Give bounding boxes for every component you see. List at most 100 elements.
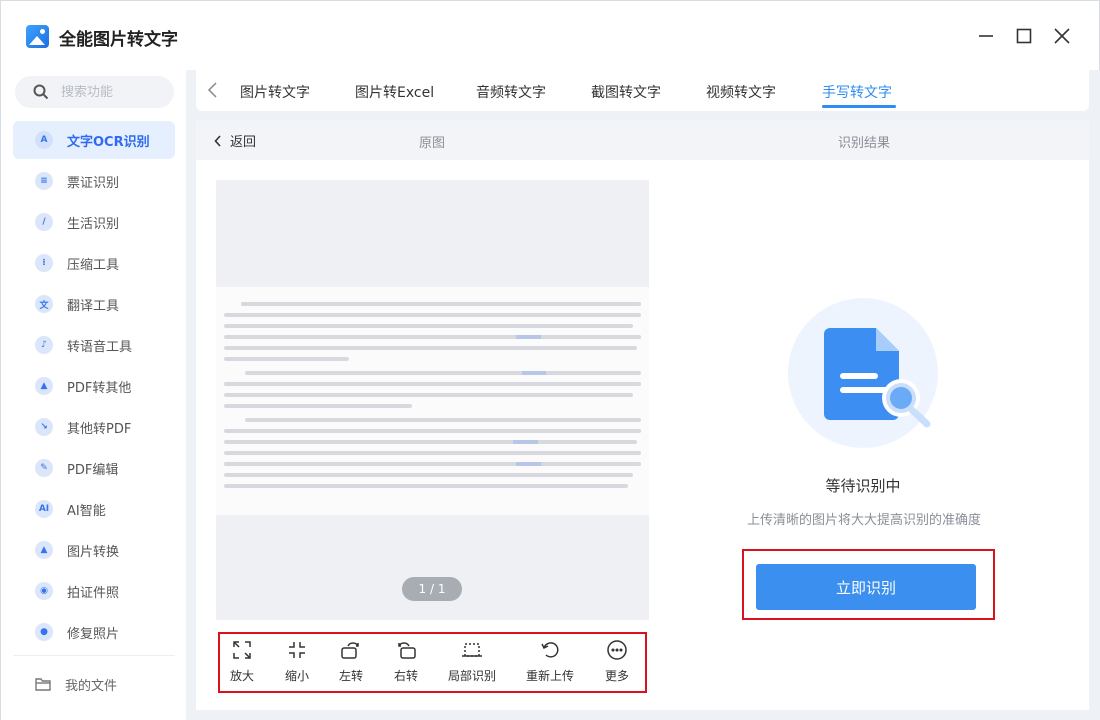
- search-input[interactable]: [61, 84, 161, 100]
- handwritten-document-image: [216, 287, 649, 515]
- rotate-left-icon: [341, 642, 359, 659]
- person-icon: ●: [35, 623, 53, 641]
- status-title: 等待识别中: [825, 477, 901, 495]
- tab-handwriting-to-text[interactable]: 手写转文字: [822, 82, 892, 102]
- tool-label: 局部识别: [448, 669, 497, 683]
- compress-icon: ⁝: [35, 254, 53, 272]
- tool-label: 右转: [394, 669, 419, 683]
- zoom-in-button[interactable]: 放大: [230, 640, 254, 684]
- sidebar-item-label: 生活识别: [67, 216, 120, 232]
- translate-icon: 文: [35, 295, 53, 313]
- document-search-icon: [824, 328, 931, 428]
- active-tab-indicator: [822, 105, 896, 108]
- reupload-button[interactable]: 重新上传: [526, 640, 574, 684]
- sidebar-item-repair-photo[interactable]: ● 修复照片: [13, 613, 175, 651]
- pdf-edit-icon: ✎: [35, 459, 53, 477]
- sidebar-item-ocr[interactable]: A 文字OCR识别: [13, 121, 175, 159]
- sidebar-item-label: 其他转PDF: [67, 421, 132, 437]
- folder-icon: [35, 678, 51, 691]
- sidebar-item-pdf-edit[interactable]: ✎ PDF编辑: [13, 449, 175, 487]
- sidebar-item-other-to-pdf[interactable]: ↘ 其他转PDF: [13, 408, 175, 446]
- sidebar-item-ai[interactable]: AI AI智能: [13, 490, 175, 528]
- maximize-icon: [1016, 28, 1032, 44]
- sidebar-item-label: AI智能: [67, 503, 106, 519]
- my-files-label: 我的文件: [65, 678, 118, 694]
- ticket-icon: ≡: [35, 172, 53, 190]
- sidebar-item-compress[interactable]: ⁝ 压缩工具: [13, 244, 175, 282]
- camera-icon: ◉: [35, 582, 53, 600]
- chevron-left-icon: [214, 134, 221, 147]
- sidebar-item-ticket[interactable]: ≡ 票证识别: [13, 162, 175, 200]
- back-button[interactable]: 返回: [214, 131, 256, 150]
- sidebar-item-label: 拍证件照: [67, 585, 120, 601]
- app-logo-icon: [26, 25, 49, 48]
- sidebar-item-tts[interactable]: ♪ 转语音工具: [13, 326, 175, 364]
- sidebar-item-label: 翻译工具: [67, 298, 120, 314]
- original-image-label: 原图: [419, 136, 446, 151]
- minimize-icon: [979, 35, 993, 37]
- tool-label: 更多: [605, 669, 630, 683]
- sidebar-item-pdf-to-other[interactable]: ▲ PDF转其他: [13, 367, 175, 405]
- sidebar-divider: [13, 655, 175, 656]
- tab-audio-to-text[interactable]: 音频转文字: [476, 82, 546, 102]
- sidebar-item-life[interactable]: / 生活识别: [13, 203, 175, 241]
- tool-label: 重新上传: [526, 669, 575, 683]
- minimize-button[interactable]: [973, 23, 999, 49]
- zoom-out-icon: [289, 642, 305, 658]
- sidebar: A 文字OCR识别 ≡ 票证识别 / 生活识别 ⁝ 压缩工具 文 翻译工具 ♪ …: [0, 70, 186, 720]
- tool-label: 左转: [339, 669, 364, 683]
- panel-header: 返回 原图 识别结果: [196, 120, 1089, 160]
- ai-icon: AI: [35, 500, 53, 518]
- ocr-icon: A: [35, 131, 53, 149]
- sidebar-item-my-files[interactable]: 我的文件: [13, 667, 175, 701]
- sidebar-item-label: 修复照片: [67, 626, 120, 642]
- zoom-in-icon: [233, 641, 251, 659]
- zoom-out-button[interactable]: 缩小: [285, 640, 309, 684]
- rotate-right-icon: [398, 642, 416, 659]
- partial-recognition-button[interactable]: 局部识别: [448, 640, 496, 684]
- music-icon: ♪: [35, 336, 53, 354]
- sidebar-item-label: 图片转换: [67, 544, 120, 560]
- more-icon: [607, 640, 627, 660]
- tab-screenshot-to-text[interactable]: 截图转文字: [591, 82, 661, 102]
- result-label: 识别结果: [838, 136, 891, 151]
- reupload-icon: [541, 642, 559, 658]
- waiting-illustration: [788, 298, 938, 448]
- tab-scroll-left-button[interactable]: [204, 81, 222, 99]
- sidebar-item-label: 票证识别: [67, 175, 120, 191]
- search-icon: [33, 84, 49, 100]
- image-preview[interactable]: 1 / 1: [216, 180, 649, 620]
- content-panel: 返回 原图 识别结果 1 / 1 放大 缩小 左转 右转 局部识别 重新上传 更…: [196, 120, 1089, 710]
- doc-paragraph: [224, 418, 641, 488]
- sidebar-item-translate[interactable]: 文 翻译工具: [13, 285, 175, 323]
- sidebar-item-label: PDF编辑: [67, 462, 119, 478]
- title-bar: 全能图片转文字: [0, 0, 1100, 70]
- recognize-highlight-frame: 立即识别: [742, 549, 995, 620]
- close-icon: [1054, 28, 1070, 44]
- chevron-left-icon: [207, 82, 217, 98]
- status-hint: 上传清晰的图片将大大提高识别的准确度: [746, 513, 981, 528]
- more-button[interactable]: 更多: [605, 640, 629, 684]
- rotate-left-button[interactable]: 左转: [339, 640, 363, 684]
- doc-paragraph: [224, 302, 641, 361]
- tab-image-to-excel[interactable]: 图片转Excel: [355, 82, 434, 102]
- image-toolbar: 放大 缩小 左转 右转 局部识别 重新上传 更多: [218, 632, 647, 693]
- rotate-right-button[interactable]: 右转: [394, 640, 418, 684]
- sidebar-item-id-photo[interactable]: ◉ 拍证件照: [13, 572, 175, 610]
- tab-image-to-text[interactable]: 图片转文字: [240, 82, 310, 102]
- pdf-convert-icon: ▲: [35, 377, 53, 395]
- search-box[interactable]: [15, 76, 174, 108]
- sidebar-item-label: 压缩工具: [67, 257, 120, 273]
- sidebar-item-label: 转语音工具: [67, 339, 133, 355]
- sidebar-item-label: PDF转其他: [67, 380, 132, 396]
- crop-icon: [462, 643, 482, 657]
- tab-video-to-text[interactable]: 视频转文字: [706, 82, 776, 102]
- maximize-button[interactable]: [1011, 23, 1037, 49]
- to-pdf-icon: ↘: [35, 418, 53, 436]
- sidebar-item-label: 文字OCR识别: [67, 134, 150, 150]
- sidebar-item-image-convert[interactable]: ▲ 图片转换: [13, 531, 175, 569]
- tab-bar: 图片转文字 图片转Excel 音频转文字 截图转文字 视频转文字 手写转文字: [196, 70, 1089, 111]
- close-button[interactable]: [1049, 23, 1075, 49]
- recognize-now-button[interactable]: 立即识别: [756, 564, 976, 610]
- tool-label: 缩小: [285, 669, 310, 683]
